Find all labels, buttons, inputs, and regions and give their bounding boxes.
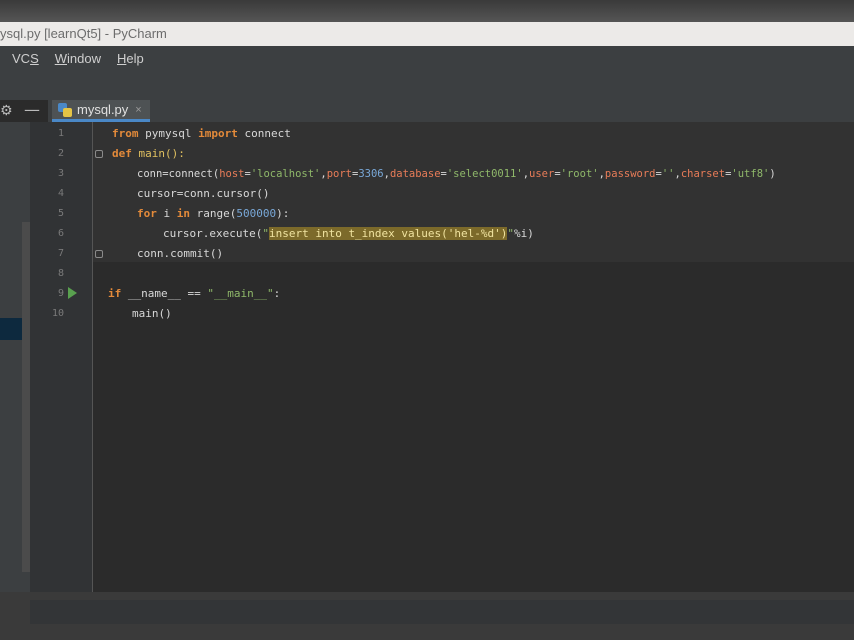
code-line-1: from pymysql import connect: [112, 127, 291, 140]
code-line-6: cursor.execute("insert into t_index valu…: [163, 227, 534, 240]
line-number: 2: [57, 148, 64, 159]
tab-label: mysql.py: [77, 102, 129, 117]
line-number: 6: [57, 228, 64, 239]
run-icon[interactable]: [68, 287, 77, 299]
tab-mysql-py[interactable]: mysql.py ×: [52, 100, 150, 122]
python-file-icon: [58, 102, 72, 117]
line-number: 3: [57, 168, 64, 179]
code-line-3: conn=connect(host='localhost',port=3306,…: [137, 168, 776, 180]
line-number: 9: [57, 288, 64, 299]
bottom-panel: [30, 600, 854, 624]
window-title: ysql.py [learnQt5] - PyCharm: [0, 22, 854, 46]
window-title-text: ysql.py [learnQt5] - PyCharm: [0, 26, 167, 41]
menu-help[interactable]: Help: [117, 51, 144, 66]
fold-icon[interactable]: [95, 150, 103, 158]
line-number: 7: [57, 248, 64, 259]
code-line-9: if __name__ == "__main__":: [108, 287, 281, 300]
line-number: 1: [57, 128, 64, 139]
project-selection[interactable]: [0, 318, 24, 340]
close-icon[interactable]: ×: [135, 104, 141, 116]
photo-border: [0, 0, 854, 22]
status-area: [0, 592, 854, 640]
menu-vcs[interactable]: VCS: [12, 51, 39, 66]
project-scrollbar[interactable]: [22, 222, 30, 572]
project-panel: [0, 122, 30, 592]
code-line-5: for i in range(500000):: [137, 207, 290, 220]
menu-window[interactable]: Window: [55, 51, 101, 66]
sql-highlight: insert into t_index values('hel-%d'): [268, 227, 508, 240]
line-number: 5: [57, 208, 64, 219]
toolbar-area: [0, 70, 854, 100]
code-line-10: main(): [132, 307, 172, 320]
line-number: 4: [57, 188, 64, 199]
fold-icon[interactable]: [95, 250, 103, 258]
code-line-2: def main():: [112, 147, 185, 160]
line-number: 8: [57, 268, 64, 279]
minus-icon[interactable]: —: [24, 101, 40, 121]
editor-tab-strip: [48, 100, 854, 122]
code-line-4: cursor=conn.cursor(): [137, 187, 270, 200]
gear-icon[interactable]: ⚙: [0, 101, 14, 121]
line-number: 10: [51, 308, 64, 319]
menu-bar: VCS Window Help: [0, 46, 854, 70]
code-line-7: conn.commit(): [137, 247, 224, 260]
